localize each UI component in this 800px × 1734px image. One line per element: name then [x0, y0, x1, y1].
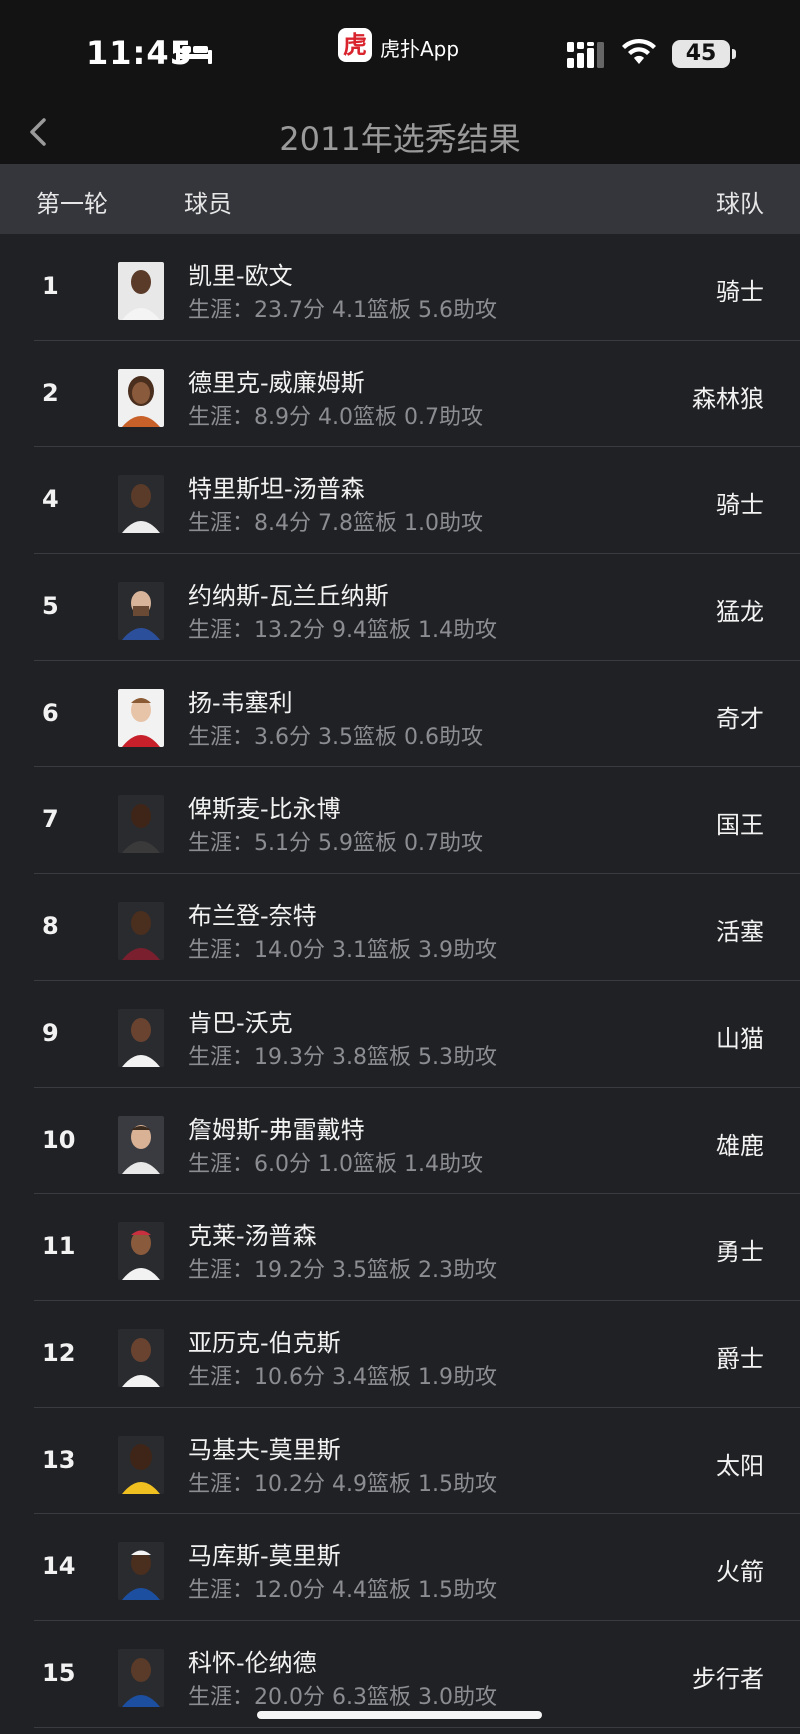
- team-name: 爵士: [716, 1344, 764, 1373]
- player-name: 特里斯坦-汤普森: [188, 475, 365, 504]
- player-name: 德里克-威廉姆斯: [188, 368, 365, 397]
- list-item[interactable]: 5 约纳斯-瓦兰丘纳斯 生涯：13.2分 9.4篮板 1.4助攻 猛龙: [0, 554, 800, 661]
- battery-indicator: 45: [672, 40, 730, 68]
- player-name: 约纳斯-瓦兰丘纳斯: [188, 582, 389, 611]
- player-avatar: [118, 582, 164, 641]
- list-item[interactable]: 10 詹姆斯-弗雷戴特 生涯：6.0分 1.0篮板 1.4助攻 雄鹿: [0, 1088, 800, 1195]
- team-name: 勇士: [716, 1238, 764, 1267]
- status-bar: 11:45 虎 虎扑App 45: [0, 0, 800, 100]
- player-name: 肯巴-沃克: [188, 1008, 293, 1037]
- career-stats: 生涯：12.0分 4.4篮板 1.5助攻: [188, 1578, 497, 1604]
- career-stats: 生涯：5.1分 5.9篮板 0.7助攻: [188, 831, 483, 857]
- player-name: 凯里-欧文: [188, 262, 293, 290]
- list-item[interactable]: 8 布兰登-奈特 生涯：14.0分 3.1篮板 3.9助攻 活塞: [0, 874, 800, 981]
- player-avatar: [118, 475, 164, 534]
- player-name: 克莱-汤普森: [188, 1222, 317, 1251]
- player-avatar: [118, 1115, 164, 1174]
- draft-list: 1 凯里-欧文 生涯：23.7分 4.1篮板 5.6助攻 骑士 2 德里克-威廉…: [0, 234, 800, 1728]
- player-avatar: [118, 688, 164, 747]
- list-item[interactable]: 13 马基夫-莫里斯 生涯：10.2分 4.9篮板 1.5助攻 太阳: [0, 1408, 800, 1515]
- career-stats: 生涯：8.9分 4.0篮板 0.7助攻: [188, 404, 483, 430]
- list-item[interactable]: 4 特里斯坦-汤普森 生涯：8.4分 7.8篮板 1.0助攻 骑士: [0, 447, 800, 554]
- page-title: 2011年选秀结果: [279, 120, 521, 158]
- pick-number: 14: [42, 1552, 76, 1581]
- player-name: 科怀-伦纳德: [188, 1648, 317, 1677]
- team-name: 步行者: [692, 1664, 764, 1693]
- team-name: 奇才: [716, 704, 764, 733]
- player-avatar: [118, 262, 164, 320]
- player-avatar: [118, 1542, 164, 1601]
- career-stats: 生涯：8.4分 7.8篮板 1.0助攻: [188, 511, 483, 537]
- cellular-signal-icon: [567, 42, 604, 68]
- pick-number: 10: [42, 1125, 76, 1154]
- team-name: 活塞: [716, 918, 764, 947]
- player-name: 亚历克-伯克斯: [188, 1328, 341, 1357]
- table-header: 第一轮 球员 球队: [0, 164, 800, 234]
- pick-number: 12: [42, 1338, 76, 1367]
- pick-number: 9: [42, 1018, 59, 1047]
- career-stats: 生涯：19.2分 3.5篮板 2.3助攻: [188, 1258, 497, 1284]
- player-name: 马基夫-莫里斯: [188, 1435, 341, 1464]
- home-indicator[interactable]: [257, 1711, 542, 1719]
- header-player: 球员: [184, 190, 232, 218]
- pick-number: 5: [42, 592, 59, 621]
- team-name: 骑士: [716, 278, 764, 306]
- team-name: 太阳: [716, 1451, 764, 1480]
- career-stats: 生涯：3.6分 3.5篮板 0.6助攻: [188, 724, 483, 750]
- header-team: 球队: [716, 190, 764, 218]
- career-stats: 生涯：13.2分 9.4篮板 1.4助攻: [188, 618, 497, 644]
- battery-cap: [732, 49, 736, 59]
- wifi-icon: [622, 38, 656, 64]
- player-name: 布兰登-奈特: [188, 902, 317, 931]
- player-avatar: [118, 368, 164, 427]
- player-name: 马库斯-莫里斯: [188, 1542, 341, 1571]
- pick-number: 11: [42, 1232, 76, 1261]
- pick-number: 1: [42, 272, 59, 300]
- career-stats: 生涯：14.0分 3.1篮板 3.9助攻: [188, 938, 497, 964]
- hupu-logo-icon[interactable]: 虎: [338, 28, 372, 62]
- player-avatar: [118, 902, 164, 961]
- player-avatar: [118, 1435, 164, 1494]
- career-stats: 生涯：23.7分 4.1篮板 5.6助攻: [188, 298, 497, 323]
- pick-number: 8: [42, 912, 59, 941]
- list-item[interactable]: 12 亚历克-伯克斯 生涯：10.6分 3.4篮板 1.9助攻 爵士: [0, 1301, 800, 1408]
- nav-bar: 2011年选秀结果: [0, 100, 800, 164]
- team-name: 山猫: [716, 1024, 764, 1053]
- back-to-app-label[interactable]: 虎扑App: [380, 33, 459, 62]
- team-name: 国王: [716, 811, 764, 840]
- list-item[interactable]: 9 肯巴-沃克 生涯：19.3分 3.8篮板 5.3助攻 山猫: [0, 981, 800, 1088]
- team-name: 雄鹿: [716, 1131, 764, 1160]
- player-avatar: [118, 1008, 164, 1067]
- list-item[interactable]: 2 德里克-威廉姆斯 生涯：8.9分 4.0篮板 0.7助攻 森林狼: [0, 341, 800, 448]
- pick-number: 15: [42, 1658, 76, 1687]
- team-name: 森林狼: [692, 384, 764, 413]
- team-name: 火箭: [716, 1558, 764, 1587]
- player-avatar: [118, 1328, 164, 1387]
- list-item[interactable]: 11 克莱-汤普森 生涯：19.2分 3.5篮板 2.3助攻 勇士: [0, 1194, 800, 1301]
- player-avatar: [118, 795, 164, 854]
- team-name: 猛龙: [716, 598, 764, 627]
- player-name: 詹姆斯-弗雷戴特: [188, 1115, 365, 1144]
- list-item[interactable]: 1 凯里-欧文 生涯：23.7分 4.1篮板 5.6助攻 骑士: [0, 234, 800, 341]
- player-name: 扬-韦塞利: [188, 688, 293, 717]
- player-avatar: [118, 1222, 164, 1281]
- pick-number: 7: [42, 805, 59, 834]
- header-round: 第一轮: [36, 190, 108, 218]
- pick-number: 4: [42, 485, 59, 514]
- pick-number: 13: [42, 1445, 76, 1474]
- career-stats: 生涯：19.3分 3.8篮板 5.3助攻: [188, 1044, 497, 1070]
- career-stats: 生涯：6.0分 1.0篮板 1.4助攻: [188, 1151, 483, 1177]
- list-item[interactable]: 14 马库斯-莫里斯 生涯：12.0分 4.4篮板 1.5助攻 火箭: [0, 1514, 800, 1621]
- pick-number: 6: [42, 698, 59, 727]
- list-item[interactable]: 7 俾斯麦-比永博 生涯：5.1分 5.9篮板 0.7助攻 国王: [0, 767, 800, 874]
- bed-icon: [176, 42, 212, 64]
- career-stats: 生涯：20.0分 6.3篮板 3.0助攻: [188, 1684, 497, 1710]
- pick-number: 2: [42, 378, 59, 407]
- player-avatar: [118, 1648, 164, 1707]
- team-name: 骑士: [716, 491, 764, 520]
- player-name: 俾斯麦-比永博: [188, 795, 341, 824]
- career-stats: 生涯：10.6分 3.4篮板 1.9助攻: [188, 1364, 497, 1390]
- list-item[interactable]: 6 扬-韦塞利 生涯：3.6分 3.5篮板 0.6助攻 奇才: [0, 661, 800, 768]
- career-stats: 生涯：10.2分 4.9篮板 1.5助攻: [188, 1471, 497, 1497]
